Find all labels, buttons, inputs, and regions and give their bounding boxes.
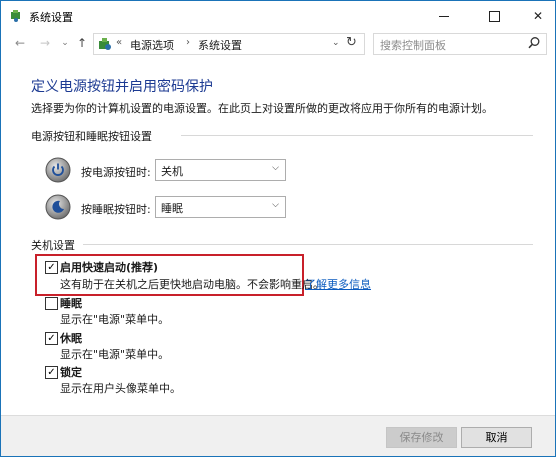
learn-more-link[interactable]: 了解更多信息 (305, 276, 371, 292)
breadcrumb-separator[interactable]: › (186, 37, 190, 48)
shutdown-group-label: 关机设置 (31, 239, 75, 252)
power-options-icon (11, 10, 20, 22)
navigation-bar: ← → ⌄ ↑ « 电源选项 › 系统设置 ⌄ ↻ 搜索控制面板 (1, 31, 555, 57)
save-changes-button[interactable]: 保存修改 (386, 427, 457, 448)
title-bar[interactable]: 系统设置 ✕ (1, 1, 555, 31)
address-dropdown-icon[interactable]: ⌄ (332, 38, 340, 48)
search-box[interactable]: 搜索控制面板 (373, 33, 547, 55)
search-icon[interactable] (527, 36, 541, 50)
power-button-action-value: 关机 (161, 165, 183, 178)
forward-button[interactable]: → (38, 36, 52, 50)
breadcrumb-power-options[interactable]: 电源选项 (130, 37, 174, 53)
page-description: 选择要为你的计算机设置的电源设置。在此页上对设置所做的更改将应用于你所有的电源计… (31, 102, 493, 115)
power-button-label: 按电源按钮时: (81, 166, 151, 179)
power-button-icon (45, 157, 71, 183)
cancel-button[interactable]: 取消 (461, 427, 532, 448)
address-bar[interactable]: « 电源选项 › 系统设置 ⌄ ↻ (93, 33, 365, 55)
up-button[interactable]: ↑ (75, 36, 89, 50)
chevron-down-icon: ⌵ (272, 200, 279, 210)
footer-bar: 保存修改 取消 (1, 415, 555, 456)
recent-locations-button[interactable]: ⌄ (58, 36, 72, 50)
minimize-button[interactable] (427, 1, 461, 31)
fast-startup-checkbox[interactable]: ✓ (45, 261, 58, 274)
lock-checkbox[interactable]: ✓ (45, 366, 58, 379)
maximize-icon (488, 10, 500, 22)
sleep-button-action-value: 睡眠 (161, 202, 183, 215)
power-buttons-group-label: 电源按钮和睡眠按钮设置 (31, 130, 152, 143)
fast-startup-description: 这有助于在关机之后更快地启动电脑。不会影响重启。 (60, 278, 324, 291)
group-divider (83, 244, 533, 245)
chevron-down-icon: ⌵ (272, 163, 279, 173)
hibernate-description: 显示在"电源"菜单中。 (60, 348, 170, 361)
close-icon: ✕ (532, 9, 544, 23)
window-title: 系统设置 (29, 11, 73, 24)
close-button[interactable]: ✕ (521, 1, 555, 31)
breadcrumb-overflow[interactable]: « (116, 37, 122, 48)
minimize-icon (439, 15, 449, 17)
fast-startup-label[interactable]: 启用快速启动(推荐) (60, 259, 158, 275)
breadcrumb-system-settings[interactable]: 系统设置 (198, 37, 242, 53)
sleep-button-icon (45, 194, 71, 220)
sleep-checkbox[interactable] (45, 297, 58, 310)
search-placeholder[interactable]: 搜索控制面板 (380, 37, 446, 53)
page-title: 定义电源按钮并启用密码保护 (31, 79, 213, 95)
maximize-button[interactable] (477, 1, 511, 31)
sleep-description: 显示在"电源"菜单中。 (60, 313, 170, 326)
refresh-icon[interactable]: ↻ (346, 35, 357, 50)
group-divider (181, 135, 533, 136)
power-button-action-select[interactable]: 关机 ⌵ (155, 159, 286, 181)
lock-label[interactable]: 锁定 (60, 364, 82, 380)
hibernate-checkbox[interactable]: ✓ (45, 332, 58, 345)
sleep-button-action-select[interactable]: 睡眠 ⌵ (155, 196, 286, 218)
sleep-label[interactable]: 睡眠 (60, 295, 82, 311)
hibernate-label[interactable]: 休眠 (60, 330, 82, 346)
lock-description: 显示在用户头像菜单中。 (60, 382, 181, 395)
back-button[interactable]: ← (13, 36, 27, 50)
system-settings-window: 系统设置 ✕ ← → ⌄ ↑ « 电源选项 › 系统设置 ⌄ ↻ 搜索控制面板 (0, 0, 556, 457)
control-panel-icon (99, 38, 111, 50)
sleep-button-label: 按睡眠按钮时: (81, 203, 151, 216)
